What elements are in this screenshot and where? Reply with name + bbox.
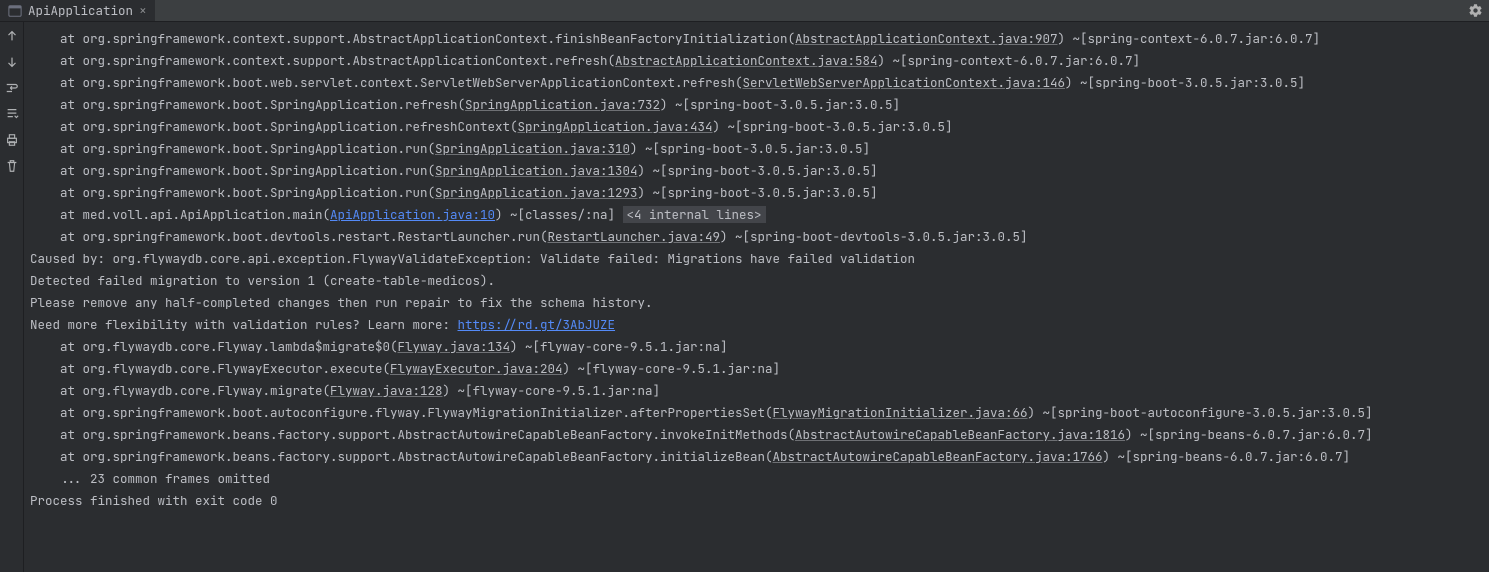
console-line: ... 23 common frames omitted <box>30 468 1483 490</box>
source-link[interactable]: AbstractAutowireCapableBeanFactory.java:… <box>773 448 1103 465</box>
console-line: at org.flywaydb.core.FlywayExecutor.exec… <box>30 358 1483 380</box>
console-line: at org.flywaydb.core.Flyway.lambda$migra… <box>30 336 1483 358</box>
source-link[interactable]: AbstractAutowireCapableBeanFactory.java:… <box>795 426 1125 443</box>
source-link[interactable]: Flyway.java:128 <box>330 382 443 399</box>
source-link[interactable]: ServletWebServerApplicationContext.java:… <box>743 74 1066 91</box>
console-line: Need more flexibility with validation ru… <box>30 314 1483 336</box>
console-line: at org.springframework.boot.autoconfigur… <box>30 402 1483 424</box>
tab-bar: ApiApplication × <box>0 0 1489 22</box>
console-line: at org.springframework.context.support.A… <box>30 50 1483 72</box>
scroll-to-end-icon[interactable] <box>4 106 20 122</box>
console-line: at org.springframework.beans.factory.sup… <box>30 424 1483 446</box>
console-line: at org.springframework.boot.SpringApplic… <box>30 138 1483 160</box>
console-line: at org.springframework.boot.SpringApplic… <box>30 116 1483 138</box>
source-link[interactable]: SpringApplication.java:732 <box>465 96 660 113</box>
source-link[interactable]: AbstractApplicationContext.java:907 <box>795 30 1058 47</box>
doc-link[interactable]: https://rd.gt/3AbJUZE <box>458 316 616 333</box>
arrow-down-icon[interactable] <box>4 54 20 70</box>
source-link[interactable]: SpringApplication.java:1304 <box>435 162 638 179</box>
source-link[interactable]: FlywayMigrationInitializer.java:66 <box>773 404 1028 421</box>
close-icon[interactable]: × <box>139 0 147 22</box>
console-output[interactable]: at org.springframework.context.support.A… <box>24 22 1489 572</box>
console-line: at org.flywaydb.core.Flyway.migrate(Flyw… <box>30 380 1483 402</box>
source-link[interactable]: SpringApplication.java:434 <box>518 118 713 135</box>
gutter <box>0 22 24 572</box>
trash-icon[interactable] <box>4 158 20 174</box>
run-tab[interactable]: ApiApplication × <box>0 0 155 21</box>
console-line: at org.springframework.boot.SpringApplic… <box>30 94 1483 116</box>
source-link[interactable]: ApiApplication.java:10 <box>330 206 495 223</box>
console-line: Please remove any half-completed changes… <box>30 292 1483 314</box>
arrow-up-icon[interactable] <box>4 28 20 44</box>
source-link[interactable]: AbstractApplicationContext.java:584 <box>615 52 878 69</box>
collapsed-frames-badge[interactable]: <4 internal lines> <box>623 206 766 223</box>
main-area: at org.springframework.context.support.A… <box>0 22 1489 572</box>
gear-icon[interactable] <box>1468 3 1483 18</box>
source-link[interactable]: FlywayExecutor.java:204 <box>390 360 563 377</box>
console-line: at org.springframework.beans.factory.sup… <box>30 446 1483 468</box>
print-icon[interactable] <box>4 132 20 148</box>
tab-title: ApiApplication <box>28 0 133 22</box>
run-config-icon <box>8 4 22 18</box>
console-line: ⊞ at med.voll.api.ApiApplication.main(Ap… <box>30 204 1483 226</box>
console-line: at org.springframework.boot.SpringApplic… <box>30 160 1483 182</box>
console-line: at org.springframework.boot.devtools.res… <box>30 226 1483 248</box>
source-link[interactable]: SpringApplication.java:1293 <box>435 184 638 201</box>
source-link[interactable]: SpringApplication.java:310 <box>435 140 630 157</box>
console-line: at org.springframework.boot.SpringApplic… <box>30 182 1483 204</box>
source-link[interactable]: Flyway.java:134 <box>398 338 511 355</box>
source-link[interactable]: RestartLauncher.java:49 <box>548 228 721 245</box>
soft-wrap-icon[interactable] <box>4 80 20 96</box>
console-line: at org.springframework.boot.web.servlet.… <box>30 72 1483 94</box>
console-line: Process finished with exit code 0 <box>30 490 1483 512</box>
console-line: at org.springframework.context.support.A… <box>30 28 1483 50</box>
console-line: Detected failed migration to version 1 (… <box>30 270 1483 292</box>
console-line: Caused by: org.flywaydb.core.api.excepti… <box>30 248 1483 270</box>
